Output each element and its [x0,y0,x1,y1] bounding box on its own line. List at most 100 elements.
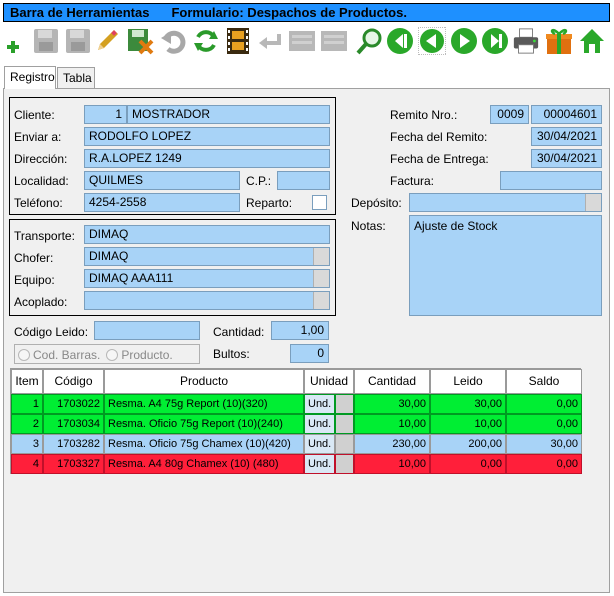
cell-codigo: 1703022 [43,394,104,414]
col-header-saldo[interactable]: Saldo [506,369,582,394]
delete-icon [128,29,154,55]
producto-radio-label: Producto. [121,348,173,362]
acoplado-label: Acoplado: [14,295,68,309]
add-button[interactable] [0,26,28,56]
gift-button[interactable] [545,26,573,56]
undo-button[interactable] [159,26,187,56]
fecha-remito-field[interactable]: 30/04/2021 [531,127,602,146]
search-button[interactable] [356,26,384,56]
delete-button[interactable] [126,26,154,56]
col-header-unidad[interactable]: Unidad [304,369,354,394]
cod-barras-radio[interactable]: Cod. Barras. [18,348,100,362]
chofer-label: Chofer: [14,251,54,265]
cell-codigo: 1703327 [43,454,104,474]
direccion-field[interactable]: R.A.LOPEZ 1249 [84,149,330,168]
acoplado-dropdown-button[interactable] [313,292,329,309]
save-icon [34,29,58,53]
cell-cantidad: 10,00 [354,454,430,474]
unidad-dropdown-button[interactable] [335,394,354,414]
last-button[interactable] [481,26,509,56]
list-icon [289,31,315,51]
toolbar-title: Barra de Herramientas [10,5,150,20]
notas-textarea[interactable]: Ajuste de Stock [409,215,602,316]
cell-leido: 30,00 [430,394,506,414]
notas-label: Notas: [351,219,386,233]
cell-unidad: Und. [304,394,335,414]
col-header-producto[interactable]: Producto [104,369,304,394]
tab-registro[interactable]: Registro [4,66,56,89]
tab-tabla-label: Tabla [63,71,92,85]
cell-saldo: 0,00 [506,414,582,434]
cell-saldo: 0,00 [506,394,582,414]
factura-field[interactable] [500,171,602,190]
fecha-entrega-label: Fecha de Entrega: [390,152,489,166]
cliente-name-field[interactable]: MOSTRADOR [127,105,330,124]
form-title: Formulario: Despachos de Productos. [171,5,407,20]
add-icon [7,41,19,53]
equipo-select[interactable]: DIMAQ AAA111 [84,269,330,288]
next-icon [451,28,477,54]
equipo-label: Equipo: [14,273,55,287]
cp-field[interactable] [277,171,330,190]
producto-radio[interactable]: Producto. [106,348,173,362]
save-disabled-icon [66,29,90,53]
col-header-item[interactable]: Item [11,369,43,394]
cliente-code-field[interactable]: 1 [84,105,127,124]
cell-unidad: Und. [304,414,335,434]
save-all-button[interactable] [64,26,92,56]
cell-leido: 10,00 [430,414,506,434]
enviar-field[interactable]: RODOLFO LOPEZ [84,127,330,146]
prev-button[interactable] [418,26,446,56]
next-button[interactable] [450,26,478,56]
chofer-dropdown-button[interactable] [313,248,329,265]
transporte-label: Transporte: [14,229,75,243]
localidad-label: Localidad: [14,174,69,188]
list2-button[interactable] [320,26,348,56]
film-button[interactable] [224,26,252,56]
equipo-dropdown-button[interactable] [313,270,329,287]
return-icon [259,34,281,49]
remito-prefix-field[interactable]: 0009 [490,105,529,124]
list-button[interactable] [288,26,316,56]
edit-button[interactable] [93,26,121,56]
refresh-button[interactable] [192,26,220,56]
gift-icon [546,28,572,54]
fecha-entrega-field[interactable]: 30/04/2021 [531,149,602,168]
cell-item: 4 [11,454,43,474]
reparto-checkbox[interactable] [312,195,327,210]
unidad-dropdown-button[interactable] [335,454,354,474]
home-icon [580,29,604,53]
last-icon [482,28,508,54]
cp-label: C.P.: [246,174,272,188]
cell-producto: Resma. Oficio 75g Chamex (10)(420) [104,434,304,454]
telefono-field[interactable]: 4254-2558 [84,193,240,212]
bultos-field[interactable]: 0 [290,344,329,363]
col-header-leido[interactable]: Leido [430,369,506,394]
cell-unidad: Und. [304,434,335,454]
localidad-field[interactable]: QUILMES [84,171,240,190]
transporte-field[interactable]: DIMAQ [84,225,330,244]
col-header-cantidad[interactable]: Cantidad [354,369,430,394]
save-button[interactable] [32,26,60,56]
film-icon [227,28,249,54]
return-button[interactable] [256,26,284,56]
deposito-dropdown-button[interactable] [585,194,601,211]
first-icon [387,28,413,54]
home-button[interactable] [578,26,606,56]
col-header-codigo[interactable]: Código [43,369,104,394]
first-button[interactable] [386,26,414,56]
remito-number-field[interactable]: 00004601 [531,105,602,124]
cantidad-field[interactable]: 1,00 [271,321,329,340]
deposito-select[interactable] [409,193,602,212]
cod-barras-radio-label: Cod. Barras. [33,348,101,362]
acoplado-select[interactable] [84,291,330,310]
unidad-dropdown-button[interactable] [335,414,354,434]
list2-icon [321,31,347,51]
codigo-leido-field[interactable] [94,321,200,340]
chofer-select[interactable]: DIMAQ [84,247,330,266]
products-grid: Item Código Producto Unidad Cantidad Lei… [10,368,582,474]
unidad-dropdown-button[interactable] [335,434,354,454]
print-button[interactable] [512,26,540,56]
tab-tabla[interactable]: Tabla [57,67,95,89]
title-bar-text: Barra de Herramientas Formulario: Despach… [3,3,610,22]
